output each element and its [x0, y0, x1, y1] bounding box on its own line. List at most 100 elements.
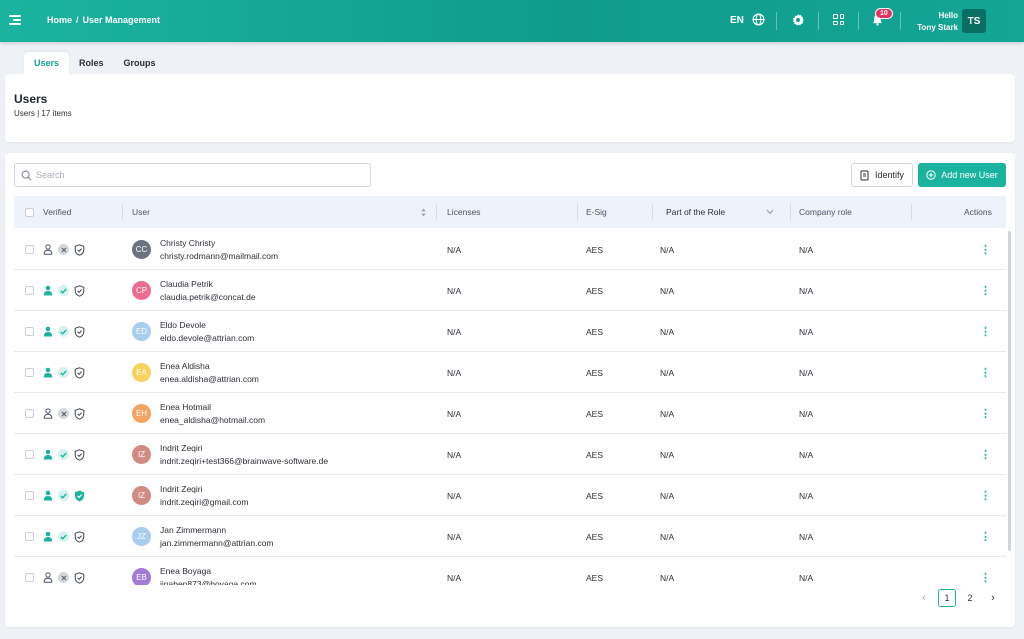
row-checkbox[interactable]	[25, 573, 34, 582]
vertical-scrollbar[interactable]	[1008, 231, 1011, 551]
row-checkbox[interactable]	[25, 450, 34, 459]
gear-icon[interactable]	[791, 13, 805, 27]
divider	[858, 12, 859, 30]
licenses-cell: N/A	[447, 285, 462, 296]
table-row[interactable]: EB Enea Boyaga jinaben873@boyaga.com N/A…	[14, 557, 1006, 585]
column-actions: Actions	[964, 207, 992, 217]
verified-check-icon	[58, 531, 69, 542]
shield-check-icon	[74, 243, 85, 256]
search-box[interactable]	[14, 163, 371, 187]
more-actions-icon[interactable]: ⋮	[980, 366, 991, 379]
identify-button[interactable]: Identify	[851, 163, 913, 187]
user-email-cell: indrit.zeqiri+test366@brainwave-software…	[160, 455, 329, 466]
table-row[interactable]: EH Enea Hotmail enea_aldisha@hotmail.com…	[14, 393, 1006, 434]
user-email-cell: enea.aldisha@attrian.com	[160, 373, 259, 384]
row-checkbox[interactable]	[25, 532, 34, 541]
next-page-button[interactable]: ›	[984, 589, 1002, 607]
table-row[interactable]: ED Eldo Devole eldo.devole@attrian.com N…	[14, 311, 1006, 352]
divider	[900, 12, 901, 30]
not-verified-x-icon	[58, 244, 69, 255]
more-actions-icon[interactable]: ⋮	[980, 448, 991, 461]
table-row[interactable]: JZ Jan Zimmermann jan.zimmermann@attrian…	[14, 516, 1006, 557]
chevron-down-icon[interactable]	[766, 209, 774, 215]
not-verified-x-icon	[58, 408, 69, 419]
tab-groups[interactable]: Groups	[114, 52, 166, 74]
more-actions-icon[interactable]: ⋮	[980, 243, 991, 256]
user-active-icon	[43, 531, 53, 542]
company-role-cell: N/A	[799, 531, 814, 542]
shield-check-icon	[74, 407, 85, 420]
table-row[interactable]: EA Enea Aldisha enea.aldisha@attrian.com…	[14, 352, 1006, 393]
shield-check-icon	[74, 284, 85, 297]
row-checkbox[interactable]	[25, 409, 34, 418]
role-cell: N/A	[660, 285, 675, 296]
plus-circle-icon	[926, 170, 936, 180]
shield-check-icon	[74, 448, 85, 461]
role-cell: N/A	[660, 531, 675, 542]
apps-grid-icon[interactable]	[833, 14, 844, 25]
shield-check-icon	[74, 366, 85, 379]
table-row[interactable]: IZ Indrit Zeqiri indrit.zeqiri@gmail.com…	[14, 475, 1006, 516]
page-button-2[interactable]: 2	[961, 589, 979, 607]
more-actions-icon[interactable]: ⋮	[980, 530, 991, 543]
breadcrumb-home[interactable]: Home	[47, 15, 72, 25]
user-name-cell: Claudia Petrik	[160, 278, 213, 289]
row-checkbox[interactable]	[25, 368, 34, 377]
table-row[interactable]: IZ Indrit Zeqiri indrit.zeqiri+test366@b…	[14, 434, 1006, 475]
row-checkbox[interactable]	[25, 286, 34, 295]
more-actions-icon[interactable]: ⋮	[980, 407, 991, 420]
more-actions-icon[interactable]: ⋮	[980, 325, 991, 338]
more-actions-icon[interactable]: ⋮	[980, 571, 991, 584]
row-checkbox[interactable]	[25, 245, 34, 254]
column-part-of-role[interactable]: Part of the Role	[666, 196, 725, 228]
page-button-1[interactable]: 1	[938, 589, 956, 607]
user-active-icon	[43, 326, 53, 337]
more-actions-icon[interactable]: ⋮	[980, 284, 991, 297]
shield-check-icon	[74, 530, 85, 543]
prev-page-button[interactable]: ‹	[915, 589, 933, 607]
verified-check-icon	[58, 367, 69, 378]
user-email-cell: jan.zimmermann@attrian.com	[160, 537, 274, 548]
column-esig: E-Sig	[586, 207, 607, 217]
search-input[interactable]	[36, 170, 356, 180]
esig-cell: AES	[586, 572, 604, 583]
select-all-checkbox[interactable]	[25, 207, 34, 217]
licenses-cell: N/A	[447, 531, 462, 542]
globe-icon[interactable]	[752, 13, 765, 26]
table-row[interactable]: CP Claudia Petrik claudia.petrik@concat.…	[14, 270, 1006, 311]
user-active-icon	[43, 490, 53, 501]
user-name-cell: Jan Zimmermann	[160, 524, 227, 535]
column-company-role: Company role	[799, 207, 852, 217]
column-licenses: Licenses	[447, 207, 481, 217]
language-code[interactable]: EN	[730, 15, 744, 26]
company-role-cell: N/A	[799, 244, 814, 255]
sort-icon[interactable]	[420, 208, 427, 217]
shield-check-icon	[74, 325, 85, 338]
user-name-cell: Enea Aldisha	[160, 360, 210, 371]
user-name-cell: Eldo Devole	[160, 319, 206, 330]
more-actions-icon[interactable]: ⋮	[980, 489, 991, 502]
esig-cell: AES	[586, 285, 604, 296]
breadcrumb: Home / User Management	[47, 15, 161, 25]
row-checkbox[interactable]	[25, 491, 34, 500]
avatar: EH	[132, 404, 151, 423]
identify-label: Identify	[874, 170, 905, 180]
company-role-cell: N/A	[799, 449, 814, 460]
row-checkbox[interactable]	[25, 327, 34, 336]
table-row[interactable]: CC Christy Christy christy.rodmann@mailm…	[14, 229, 1006, 270]
verified-check-icon	[58, 490, 69, 501]
tab-users[interactable]: Users	[24, 52, 70, 74]
users-table-card: Identify Add new User Verified User Lice…	[5, 153, 1015, 627]
user-email-cell: jinaben873@boyaga.com	[160, 578, 257, 586]
verified-check-icon	[58, 326, 69, 337]
user-email-cell: indrit.zeqiri@gmail.com	[160, 496, 249, 507]
avatar: IZ	[132, 486, 151, 505]
user-avatar[interactable]: TS	[962, 9, 986, 33]
tab-roles[interactable]: Roles	[69, 52, 114, 74]
add-user-button[interactable]: Add new User	[918, 163, 1006, 187]
column-user[interactable]: User	[132, 196, 150, 228]
user-name-cell: Christy Christy	[160, 237, 216, 248]
role-cell: N/A	[660, 449, 675, 460]
menu-toggle-icon[interactable]	[9, 14, 23, 26]
role-cell: N/A	[660, 244, 675, 255]
